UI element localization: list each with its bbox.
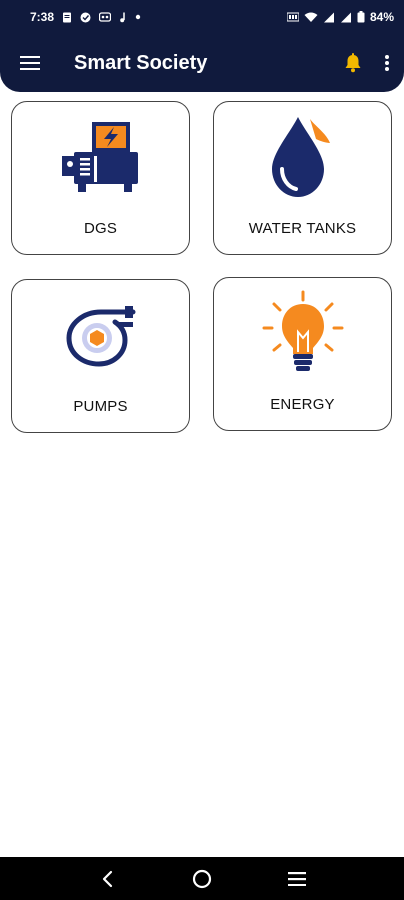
recents-icon[interactable] <box>277 861 317 897</box>
tile-energy[interactable]: ENERGY <box>213 277 392 431</box>
status-time: 7:38 <box>30 10 55 24</box>
home-icon[interactable] <box>182 861 222 897</box>
signal-icon <box>340 12 352 23</box>
generator-icon <box>60 118 142 201</box>
tile-pumps[interactable]: PUMPS <box>11 279 190 433</box>
water-drop-icon <box>268 113 338 206</box>
back-icon[interactable] <box>87 861 127 897</box>
battery-percentage: 84% <box>369 10 394 24</box>
check-circle-icon <box>80 12 91 23</box>
volte-icon <box>286 12 299 22</box>
tile-water-tanks[interactable]: WATER TANKS <box>213 101 392 255</box>
document-icon <box>62 12 72 23</box>
status-bar: 7:38 84% <box>0 0 404 34</box>
tile-label: PUMPS <box>73 398 128 415</box>
tile-dgs[interactable]: DGS <box>11 101 190 255</box>
more-vert-icon[interactable] <box>384 54 390 72</box>
game-icon <box>99 12 112 22</box>
tile-label: DGS <box>83 220 118 237</box>
system-nav-bar <box>0 857 404 900</box>
battery-icon <box>357 11 365 23</box>
light-bulb-icon <box>260 288 346 381</box>
tile-label: ENERGY <box>270 396 335 413</box>
wifi-icon <box>304 12 318 23</box>
pump-icon <box>63 302 139 373</box>
tile-label: WATER TANKS <box>248 220 357 237</box>
app-title: Smart Society <box>74 51 208 74</box>
dot-icon <box>135 14 141 20</box>
hamburger-menu-icon[interactable] <box>18 51 42 75</box>
app-bar: Smart Society <box>0 34 404 92</box>
signal-icon <box>323 12 335 23</box>
bell-icon[interactable] <box>344 53 362 73</box>
music-icon <box>119 12 127 23</box>
